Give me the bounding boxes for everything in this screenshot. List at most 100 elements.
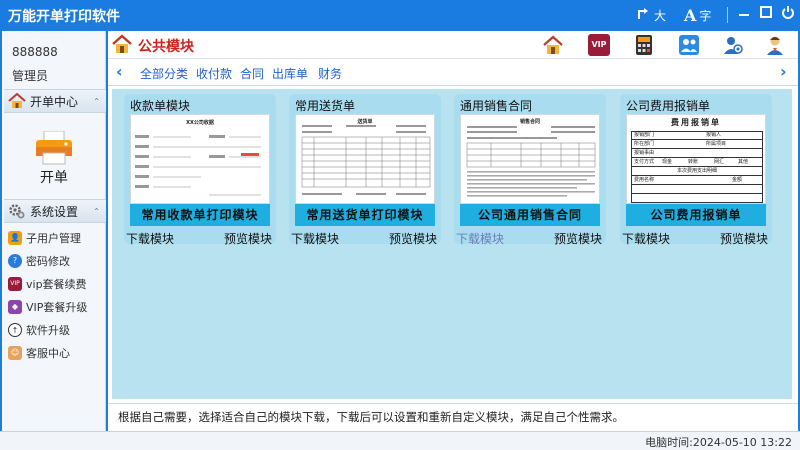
user-role: 管理员: [12, 69, 49, 83]
vip-toolbar-icon[interactable]: VIP: [588, 34, 610, 56]
preview-button[interactable]: 预览模块: [554, 230, 602, 247]
expense-form-row: 支付方式 现金 转账 网汇 其他: [631, 158, 763, 167]
doc-heading: 费用报销单: [671, 118, 721, 127]
chevron-up-icon: ⌃: [93, 96, 100, 106]
font-large-label: 大: [654, 8, 667, 23]
preview-button[interactable]: 预览模块: [720, 230, 768, 247]
user-id: 888888: [12, 45, 58, 59]
section-open-center[interactable]: 开单中心 ⌃: [4, 89, 106, 113]
close-button[interactable]: [778, 5, 798, 25]
maximize-button[interactable]: [756, 5, 776, 25]
preview-button[interactable]: 预览模块: [389, 230, 437, 247]
expense-form-row: 本次费用支出明细: [631, 167, 763, 176]
font-icon: A: [684, 5, 697, 25]
form-label: 报销人: [706, 132, 722, 138]
customer-service-icon[interactable]: [764, 34, 786, 56]
font-style-button[interactable]: A 字: [684, 4, 711, 26]
sidebar: 888888 管理员 开单中心 ⌃ 开单 系统设置 ⌃ 👤 子用户管理 ? 密码…: [2, 31, 106, 431]
help-note: 根据自己需要，选择适合自己的模块下载，下载后可以设置和重新自定义模块，满足自己个…: [108, 403, 798, 429]
sidebar-item-label: 子用户管理: [26, 232, 81, 245]
sidebar-item-sub-users[interactable]: 👤 子用户管理: [8, 228, 81, 248]
sidebar-item-support[interactable]: ☺ 客服中心: [8, 343, 70, 363]
download-button[interactable]: 下载模块: [291, 230, 339, 247]
minimize-button[interactable]: [734, 5, 754, 25]
sidebar-item-vip-renew[interactable]: VIP vip套餐续费: [8, 274, 87, 294]
sidebar-item-label: 密码修改: [26, 255, 70, 268]
font-char-label: 字: [699, 8, 712, 23]
receipt-doc-graphic: [135, 135, 261, 196]
sidebar-item-software-upgrade[interactable]: ↑ 软件升级: [8, 320, 70, 340]
sidebar-item-vip-upgrade[interactable]: ◆ VIP套餐升级: [8, 297, 87, 317]
contract-doc-graphic: [466, 126, 596, 197]
form-label: 所属项目: [706, 141, 727, 147]
chevron-left-icon[interactable]: ‹: [116, 62, 123, 81]
module-panel: 收款单模块 XX公司收据 常用收款单打印模块 下载模块 预览模块 常用送货单 送…: [112, 89, 792, 399]
form-label: 网汇: [714, 159, 725, 165]
sidebar-item-label: vip套餐续费: [26, 278, 87, 291]
sidebar-item-label: 客服中心: [26, 347, 70, 360]
expense-form-row: [631, 185, 763, 194]
card-title: 公司费用报销单: [626, 99, 711, 113]
app-window: 万能开单打印软件 大 A 字 888888 管理员 开单中心 ⌃ 开单 系统设置…: [0, 0, 800, 450]
expense-form-row: [631, 194, 763, 203]
home-icon[interactable]: [112, 34, 132, 54]
open-order-label: 开单: [40, 170, 68, 186]
calculator-icon[interactable]: [633, 34, 655, 56]
home-toolbar-icon[interactable]: [542, 34, 564, 56]
diamond-icon: ◆: [8, 300, 22, 314]
expense-form-row: 所在部门 所属项目: [631, 140, 763, 149]
section-settings-label: 系统设置: [30, 204, 79, 219]
form-label: 转账: [688, 159, 699, 165]
module-header: 公共模块 VIP: [108, 31, 798, 59]
form-label: 金额: [732, 177, 743, 183]
printer-icon: [36, 130, 72, 165]
section-open-label: 开单中心: [30, 94, 79, 109]
status-bar: 电脑时间:2024-05-10 13:22: [0, 431, 800, 450]
expense-form-row: 报销事由: [631, 149, 763, 158]
help-icon: ?: [8, 254, 22, 268]
tab-all[interactable]: 全部分类: [140, 65, 188, 82]
module-card[interactable]: 公司费用报销单 费用报销单 报销部门 报销人 所在部门 所属项目 报销事由 支付…: [620, 94, 772, 247]
expense-form-preview: 费用报销单 报销部门 报销人 所在部门 所属项目 报销事由 支付方式 现金 转账…: [626, 114, 766, 204]
card-title: 收款单模块: [130, 99, 191, 113]
support-icon: ☺: [8, 346, 22, 360]
open-order-button[interactable]: 开单: [32, 130, 76, 186]
form-label: 报销部门: [634, 132, 655, 138]
computer-time: 电脑时间:2024-05-10 13:22: [645, 436, 792, 449]
app-title: 万能开单打印软件: [8, 9, 120, 25]
page-title: 公共模块: [138, 39, 194, 55]
delivery-note-preview: 送货单: [295, 114, 435, 204]
expense-form-row: 报销部门 报销人: [631, 131, 763, 140]
tab-contracts[interactable]: 合同: [240, 65, 264, 82]
titlebar-divider: [727, 7, 728, 23]
form-label: 报销事由: [634, 150, 655, 156]
form-label: 支付方式: [634, 159, 655, 165]
form-label: 现金: [662, 159, 673, 165]
module-card[interactable]: 收款单模块 XX公司收据 常用收款单打印模块 下载模块 预览模块: [124, 94, 276, 247]
chevron-right-icon[interactable]: ›: [780, 62, 787, 81]
card-band: 常用送货单打印模块: [295, 204, 435, 226]
help-note-text: 根据自己需要，选择适合自己的模块下载，下载后可以设置和重新自定义模块，满足自己个…: [118, 410, 624, 424]
contract-preview: 销售合同: [460, 114, 600, 204]
module-card[interactable]: 通用销售合同 销售合同 公司通用销售合同 下载模块 预览模块: [454, 94, 606, 247]
tab-outbound[interactable]: 出库单: [272, 65, 308, 82]
tab-finance[interactable]: 财务: [318, 65, 342, 82]
tab-payments[interactable]: 收付款: [196, 65, 232, 82]
users-icon[interactable]: [678, 34, 700, 56]
font-size-button[interactable]: 大: [636, 4, 666, 26]
upgrade-icon: ↑: [8, 323, 22, 337]
preview-button[interactable]: 预览模块: [224, 230, 272, 247]
section-system-settings[interactable]: 系统设置 ⌃: [4, 199, 106, 223]
gear-icon: [9, 204, 25, 219]
sidebar-item-password[interactable]: ? 密码修改: [8, 251, 70, 271]
card-band: 公司通用销售合同: [460, 204, 600, 226]
category-bar: ‹ 全部分类 收付款 合同 出库单 财务 ›: [108, 60, 798, 86]
module-card[interactable]: 常用送货单 送货单 常用送货单打印模块 下载模块 预览模块: [289, 94, 441, 247]
user-settings-icon[interactable]: [722, 34, 744, 56]
download-button[interactable]: 下载模块: [622, 230, 670, 247]
form-label: 本次费用支出明细: [676, 168, 717, 174]
title-bar: 万能开单打印软件 大 A 字: [0, 0, 800, 30]
download-button[interactable]: 下载模块: [456, 230, 504, 247]
font-increase-icon: [638, 8, 648, 19]
download-button[interactable]: 下载模块: [126, 230, 174, 247]
